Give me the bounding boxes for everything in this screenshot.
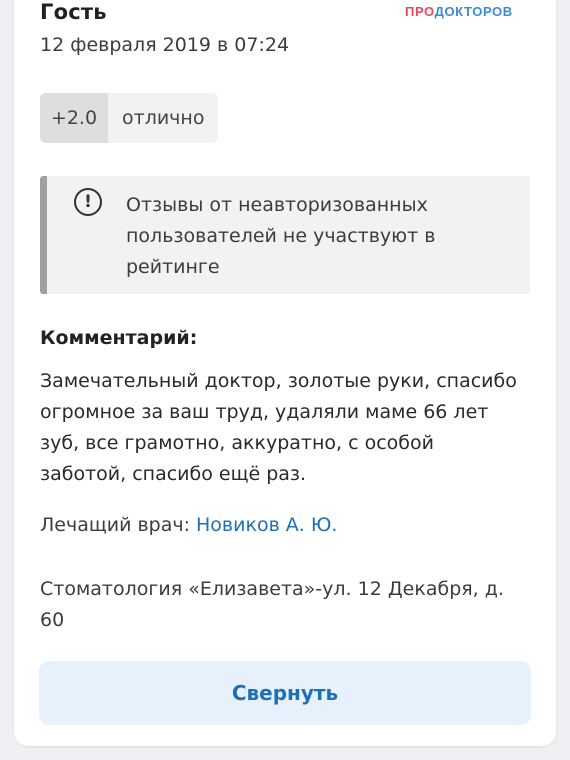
notice-text: Отзывы от неавторизованных пользователей… <box>126 194 436 278</box>
comment-title: Комментарий: <box>40 327 198 349</box>
doctor-label: Лечащий врач: <box>40 514 191 536</box>
collapse-button[interactable]: Свернуть <box>39 661 531 725</box>
exclamation-circle-icon: ! <box>74 188 102 216</box>
logo-part-doctorov: ДОКТОРОВ <box>434 4 513 19</box>
prodoctorov-logo: ПРОДОКТОРОВ <box>405 4 513 19</box>
logo-part-pro: ПРО <box>405 4 435 19</box>
rating-label: отлично <box>122 107 205 129</box>
review-author: Гость <box>40 0 107 24</box>
comment-text: Замечательный доктор, золотые руки, спас… <box>40 370 517 485</box>
rating-badge: +2.0 отлично <box>40 93 219 143</box>
doctor-link[interactable]: Новиков А. Ю. <box>196 514 337 536</box>
attending-doctor: Лечащий врач: Новиков А. Ю. <box>40 514 337 536</box>
rating-score: +2.0 <box>40 93 108 143</box>
review-date: 12 февраля 2019 в 07:24 <box>40 34 290 56</box>
unauthorized-notice: ! Отзывы от неавторизованных пользовател… <box>40 176 530 294</box>
clinic-address: Стоматология «Елизавета»-ул. 12 Декабря,… <box>40 578 504 631</box>
